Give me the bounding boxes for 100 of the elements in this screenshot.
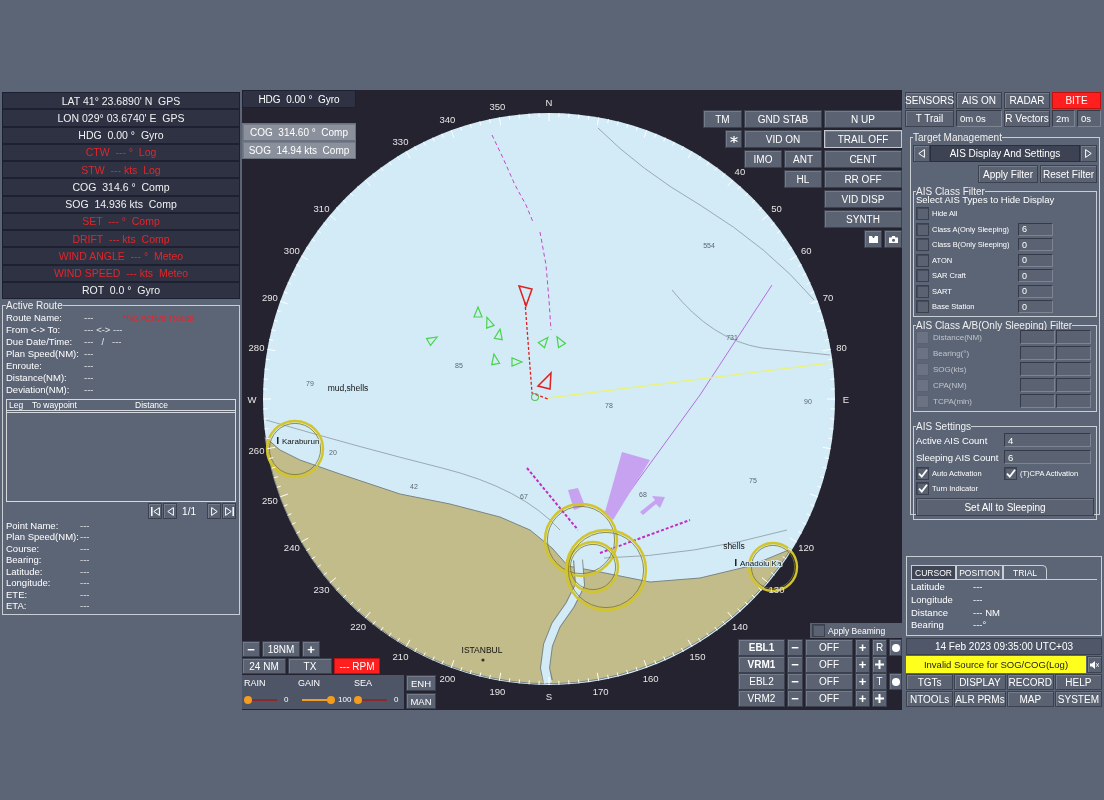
trail-time-field[interactable]: 0m 0s [956,110,1002,127]
checkbox[interactable] [916,269,929,282]
count-field[interactable]: 6 [1004,450,1091,464]
display-mode-button[interactable]: N UP [824,110,902,128]
filter-max-field[interactable] [1056,346,1091,360]
increase-button[interactable]: + [855,656,870,673]
checkbox[interactable] [916,222,929,236]
display-mode-button[interactable]: HL [784,170,822,188]
dot-button[interactable] [889,673,902,690]
display-mode-button[interactable]: VID DISP [824,190,902,208]
slider-handle[interactable] [354,695,362,704]
radar-mode-button[interactable]: --- RPM [334,658,380,674]
display-mode-button[interactable]: GND STAB [744,110,822,128]
checkbox[interactable] [1004,467,1017,480]
decrease-button[interactable]: − [787,639,803,656]
display-mode-button[interactable]: SYNTH [824,210,902,228]
menu-button[interactable]: SYSTEM [1054,691,1102,707]
cross-button[interactable] [872,656,887,673]
info-tab[interactable]: POSITION [956,565,1003,579]
increase-button[interactable]: + [855,639,870,656]
display-mode-button[interactable]: TM [703,110,742,128]
decrease-button[interactable]: − [787,656,803,673]
ebl-vrm-value[interactable]: OFF [805,673,853,690]
filter-min-field[interactable] [1020,330,1055,344]
count-field[interactable]: 6 [1018,222,1053,236]
last-page-button[interactable] [222,503,236,520]
reference-button[interactable]: T [872,673,887,690]
next-page-button[interactable] [207,503,221,520]
count-field[interactable]: 0 [1018,300,1053,313]
info-tab[interactable]: CURSOR [911,565,956,579]
vector-seconds-field[interactable]: 0s [1077,110,1101,127]
filter-max-field[interactable] [1056,378,1091,392]
mode-toggle-button[interactable]: MAN [406,693,436,709]
filter-button[interactable]: Apply Filter [978,165,1038,183]
decrease-button[interactable]: − [787,673,803,690]
ebl-vrm-value[interactable]: OFF [805,639,853,656]
vector-minutes-field[interactable]: 2m [1052,110,1075,127]
menu-button[interactable]: MAP [1006,691,1054,707]
display-mode-button[interactable]: CENT [824,150,902,168]
set-all-sleeping-button[interactable]: Set All to Sleeping [916,498,1094,516]
ebl-vrm-button[interactable]: VRM2 [738,690,785,707]
checkbox[interactable] [916,300,929,313]
display-mode-button[interactable]: RR OFF [824,170,902,188]
filter-min-field[interactable] [1020,378,1055,392]
camera-button[interactable] [884,230,902,248]
asterisk-button[interactable] [725,130,742,148]
menu-button[interactable]: HELP [1054,674,1102,690]
previous-page-button[interactable] [163,503,178,520]
checkbox[interactable] [916,253,929,267]
menu-button[interactable]: ALR PRMs [954,691,1006,707]
filter-min-field[interactable] [1020,362,1055,376]
tray-button[interactable] [864,230,882,248]
status-tab[interactable]: BITE [1052,92,1101,109]
menu-button[interactable]: TGTs [906,674,954,690]
checkbox[interactable] [916,467,929,480]
ebl-vrm-button[interactable]: EBL2 [738,673,785,690]
count-field[interactable]: 0 [1018,253,1053,267]
checkbox[interactable] [916,284,929,298]
slider-handle[interactable] [327,695,335,704]
status-tab[interactable]: AIS ON [956,92,1002,109]
increase-button[interactable]: + [855,690,870,707]
reference-button[interactable]: R [872,639,887,656]
radar-mode-button[interactable]: 24 NM [242,658,286,674]
course-speed-button[interactable]: SOG 14.94 kts Comp [242,141,356,159]
status-tab[interactable]: RADAR [1004,92,1050,109]
course-speed-button[interactable]: COG 314.60 ° Comp [242,123,356,141]
filter-min-field[interactable] [1020,394,1055,408]
trail-button[interactable]: T Trail [905,110,954,127]
menu-button[interactable]: DISPLAY [954,674,1006,690]
slider-handle[interactable] [244,695,252,704]
display-mode-button[interactable]: VID ON [744,130,822,148]
ebl-vrm-button[interactable]: VRM1 [738,656,785,673]
decrease-button[interactable]: − [787,690,803,707]
count-field[interactable]: 0 [1018,284,1053,298]
menu-button[interactable]: RECORD [1006,674,1054,690]
cross-button[interactable] [872,690,887,707]
checkbox[interactable] [916,238,929,251]
radar-mode-button[interactable]: TX [288,658,332,674]
count-field[interactable]: 4 [1004,433,1091,447]
checkbox[interactable] [916,207,929,220]
filter-max-field[interactable] [1056,330,1091,344]
menu-button[interactable]: NTOOLs [906,691,954,707]
count-field[interactable]: 0 [1018,238,1053,251]
display-mode-button[interactable]: TRAIL OFF [824,130,902,148]
next-page-button[interactable] [1080,145,1097,162]
mute-button[interactable] [1087,656,1102,673]
dot-button[interactable] [889,639,902,656]
mode-toggle-button[interactable]: ENH [406,675,436,691]
increase-button[interactable]: + [855,673,870,690]
previous-page-button[interactable] [913,145,930,162]
checkbox[interactable] [916,482,929,495]
range-button[interactable]: 18NM [262,641,300,657]
checkbox[interactable] [812,624,825,637]
display-mode-button[interactable]: IMO [744,150,782,168]
filter-max-field[interactable] [1056,362,1091,376]
vectors-button[interactable]: R Vectors [1004,110,1050,127]
range-decrease-button[interactable]: − [242,641,260,657]
filter-button[interactable]: Reset Filter [1040,165,1097,183]
ebl-vrm-value[interactable]: OFF [805,690,853,707]
info-tab[interactable]: TRIAL [1003,565,1047,579]
